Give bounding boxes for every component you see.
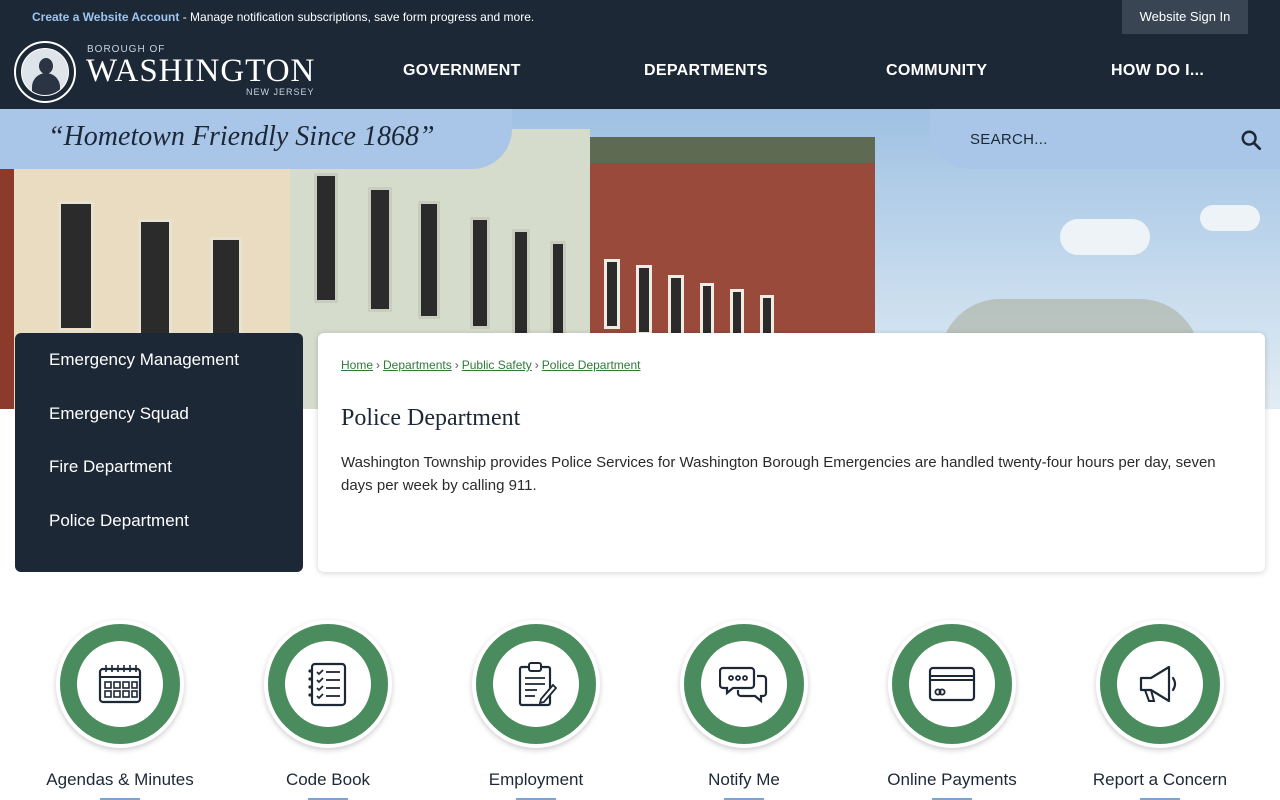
search-box[interactable]: SEARCH... bbox=[930, 109, 1280, 169]
credit-card-icon bbox=[928, 666, 976, 702]
brand-name: WASHINGTON bbox=[86, 53, 316, 89]
calendar-icon bbox=[98, 665, 142, 704]
quick-link-agendas-minutes[interactable]: Agendas & Minutes bbox=[20, 620, 220, 800]
quick-link-report-a-concern[interactable]: Report a Concern bbox=[1060, 620, 1260, 800]
sidenav-item-emergency-squad[interactable]: Emergency Squad bbox=[49, 404, 189, 424]
breadcrumb-departments[interactable]: Departments bbox=[383, 358, 452, 372]
nav-departments[interactable]: DEPARTMENTS bbox=[644, 62, 768, 80]
chat-bubbles-icon bbox=[719, 666, 768, 704]
page-title: Police Department bbox=[341, 405, 521, 431]
quick-link-online-payments[interactable]: Online Payments bbox=[852, 620, 1052, 800]
checklist-icon bbox=[308, 662, 347, 707]
page-body-text: Washington Township provides Police Serv… bbox=[341, 454, 1216, 494]
tagline-text: “Hometown Friendly Since 1868” bbox=[48, 121, 435, 152]
quick-link-label: Online Payments bbox=[887, 770, 1017, 789]
search-input[interactable]: SEARCH... bbox=[970, 131, 1048, 148]
megaphone-icon bbox=[1139, 665, 1177, 703]
sidenav-item-emergency-management[interactable]: Emergency Management bbox=[49, 350, 239, 370]
nav-community[interactable]: COMMUNITY bbox=[886, 62, 987, 80]
breadcrumb-separator: › bbox=[534, 358, 539, 372]
breadcrumb-separator: › bbox=[376, 358, 381, 372]
website-sign-in-button[interactable]: Website Sign In bbox=[1122, 0, 1248, 34]
breadcrumb-home[interactable]: Home bbox=[341, 358, 373, 372]
main-content: Home › Departments › Public Safety › Police De… bbox=[318, 333, 1265, 572]
quick-link-notify-me[interactable]: Notify Me bbox=[644, 620, 844, 800]
quick-link-label: Report a Concern bbox=[1092, 770, 1228, 789]
sidenav-item-fire-department[interactable]: Fire Department bbox=[49, 457, 172, 477]
quick-link-code-book[interactable]: Code Book bbox=[228, 620, 428, 800]
nav-government[interactable]: GOVERNMENT bbox=[403, 62, 521, 80]
search-icon[interactable] bbox=[1240, 129, 1262, 151]
top-notification-bar: Create a Website Account - Manage notifi… bbox=[0, 0, 1280, 35]
side-navigation: Emergency Management Emergency Squad Fir… bbox=[15, 333, 303, 572]
quick-link-label: Agendas & Minutes bbox=[46, 770, 194, 789]
account-message: Create a Website Account - Manage notifi… bbox=[32, 10, 534, 24]
breadcrumb-police-department[interactable]: Police Department bbox=[542, 358, 641, 372]
quick-link-label: Notify Me bbox=[708, 770, 780, 789]
breadcrumb-public-safety[interactable]: Public Safety bbox=[462, 358, 532, 372]
account-message-text: - Manage notification subscriptions, sav… bbox=[179, 10, 535, 24]
create-account-link[interactable]: Create a Website Account bbox=[32, 10, 179, 24]
site-header: BOROUGH OF WASHINGTON NEW JERSEY GOVERNM… bbox=[0, 35, 1280, 109]
quick-link-label: Code Book bbox=[285, 770, 371, 789]
sidenav-item-police-department[interactable]: Police Department bbox=[49, 511, 189, 531]
clipboard-icon bbox=[518, 662, 558, 707]
quick-link-employment[interactable]: Employment bbox=[436, 620, 636, 800]
breadcrumb: Home › Departments › Public Safety › Police De… bbox=[341, 358, 640, 372]
borough-seal-icon bbox=[14, 41, 76, 103]
quick-link-label: Employment bbox=[488, 770, 584, 789]
nav-how-do-i[interactable]: HOW DO I... bbox=[1111, 62, 1204, 80]
brand-state: NEW JERSEY bbox=[246, 87, 315, 97]
breadcrumb-separator: › bbox=[454, 358, 459, 372]
tagline-banner: “Hometown Friendly Since 1868” bbox=[0, 109, 512, 169]
